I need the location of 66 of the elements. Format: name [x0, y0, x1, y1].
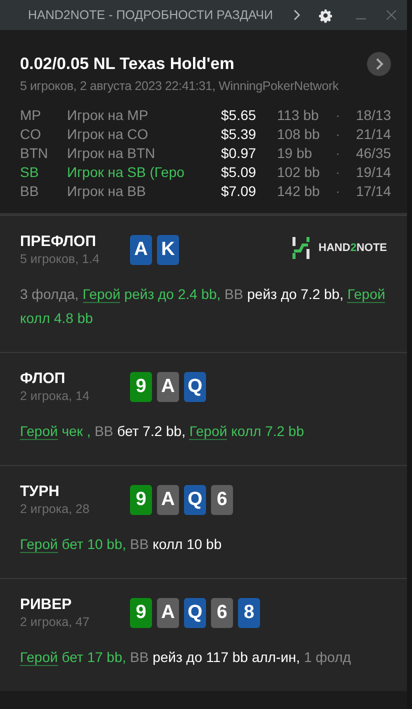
separator-dot: · — [334, 183, 342, 199]
position-label: CO — [20, 126, 42, 142]
playing-card: 8 — [238, 598, 260, 628]
stack-amount: $7.09 — [221, 183, 258, 199]
street-title: ТУРН — [20, 483, 60, 500]
logo-text: HAND2NOTE — [318, 242, 387, 254]
player-stats: 21/14 — [354, 126, 391, 142]
game-title: 0.02/0.05 NL Texas Hold'em — [20, 54, 234, 74]
position-label: SB — [20, 164, 40, 180]
action-summary: Герой бет 17 bb, BB рейз до 117 bb алл-ин, 1 фолд — [20, 648, 352, 668]
playing-card: A — [157, 598, 179, 628]
player-stats: 18/13 — [354, 107, 391, 123]
playing-card: 9 — [130, 485, 152, 515]
stack-amount: $0.97 — [221, 145, 258, 161]
player-name: Игрок на MP — [67, 107, 148, 123]
stack-amount: $5.65 — [221, 107, 258, 123]
stack-bb: 108 bb — [276, 126, 321, 142]
street-info: 2 игрока, 28 — [20, 502, 90, 516]
playing-card: Q — [184, 485, 206, 515]
playing-card: 9 — [130, 372, 152, 402]
playing-card: A — [157, 485, 179, 515]
playing-card: K — [157, 235, 179, 265]
logo-icon — [292, 237, 310, 259]
street-title: ПРЕФЛОП — [20, 233, 97, 250]
settings-icon[interactable] — [318, 6, 332, 24]
street-title: ФЛОП — [20, 370, 66, 387]
separator-dot: · — [334, 164, 342, 180]
playing-card: A — [157, 372, 179, 402]
player-stats: 19/14 — [354, 164, 391, 180]
stack-bb: 19 bb — [276, 145, 314, 161]
playing-card: 6 — [211, 598, 233, 628]
separator-dot: · — [334, 126, 342, 142]
playing-card: 6 — [211, 485, 233, 515]
street-info: 2 игрока, 14 — [20, 389, 90, 403]
stack-bb: 102 bb — [276, 164, 321, 180]
playing-card: Q — [184, 598, 206, 628]
action-summary: Герой чек , BB бет 7.2 bb, Герой колл 7.2 bb — [20, 422, 306, 442]
street-title: РИВЕР — [20, 596, 73, 613]
player-name[interactable]: Игрок на SB — [67, 164, 146, 180]
playing-card: A — [130, 235, 152, 265]
next-button[interactable] — [367, 52, 391, 76]
separator-dot: · — [334, 107, 342, 123]
street-info: 2 игрока, 47 — [20, 615, 90, 629]
stack-bb: 142 bb — [276, 183, 321, 199]
chevron-right-icon[interactable] — [292, 8, 301, 22]
separator-dot: · — [334, 145, 342, 161]
action-summary: Герой бет 10 bb, BB колл 10 bb — [20, 535, 223, 555]
player-name: Игрок на BTN — [67, 145, 156, 161]
player-stats: 17/14 — [354, 183, 391, 199]
playing-card: 9 — [130, 598, 152, 628]
stack-amount: $5.39 — [221, 126, 258, 142]
hand-info: 5 игроков, 2 августа 2023 22:41:31, WinningPokerNetwork — [20, 79, 340, 93]
position-label: BTN — [20, 145, 49, 161]
player-note: (Геро — [150, 164, 184, 180]
position-label: MP — [20, 107, 42, 123]
stack-amount: $5.09 — [221, 164, 258, 180]
position-label: BB — [20, 183, 40, 199]
playing-card: Q — [184, 372, 206, 402]
player-stats: 46/35 — [354, 145, 391, 161]
close-icon[interactable] — [386, 8, 397, 22]
action-summary: 3 фолда, Герой рейз до 2.4 bb, BB рейз до 7.2 bb, Герой колл 4.8 bb — [20, 285, 386, 328]
stack-bb: 113 bb — [276, 107, 320, 123]
street-info: 5 игроков, 1.4 — [20, 252, 100, 266]
window-title: HAND2NOTE - ПОДРОБНОСТИ РАЗДАЧИ — [28, 8, 273, 22]
player-name: Игрок на BB — [67, 183, 146, 199]
player-name: Игрок на CO — [67, 126, 148, 142]
